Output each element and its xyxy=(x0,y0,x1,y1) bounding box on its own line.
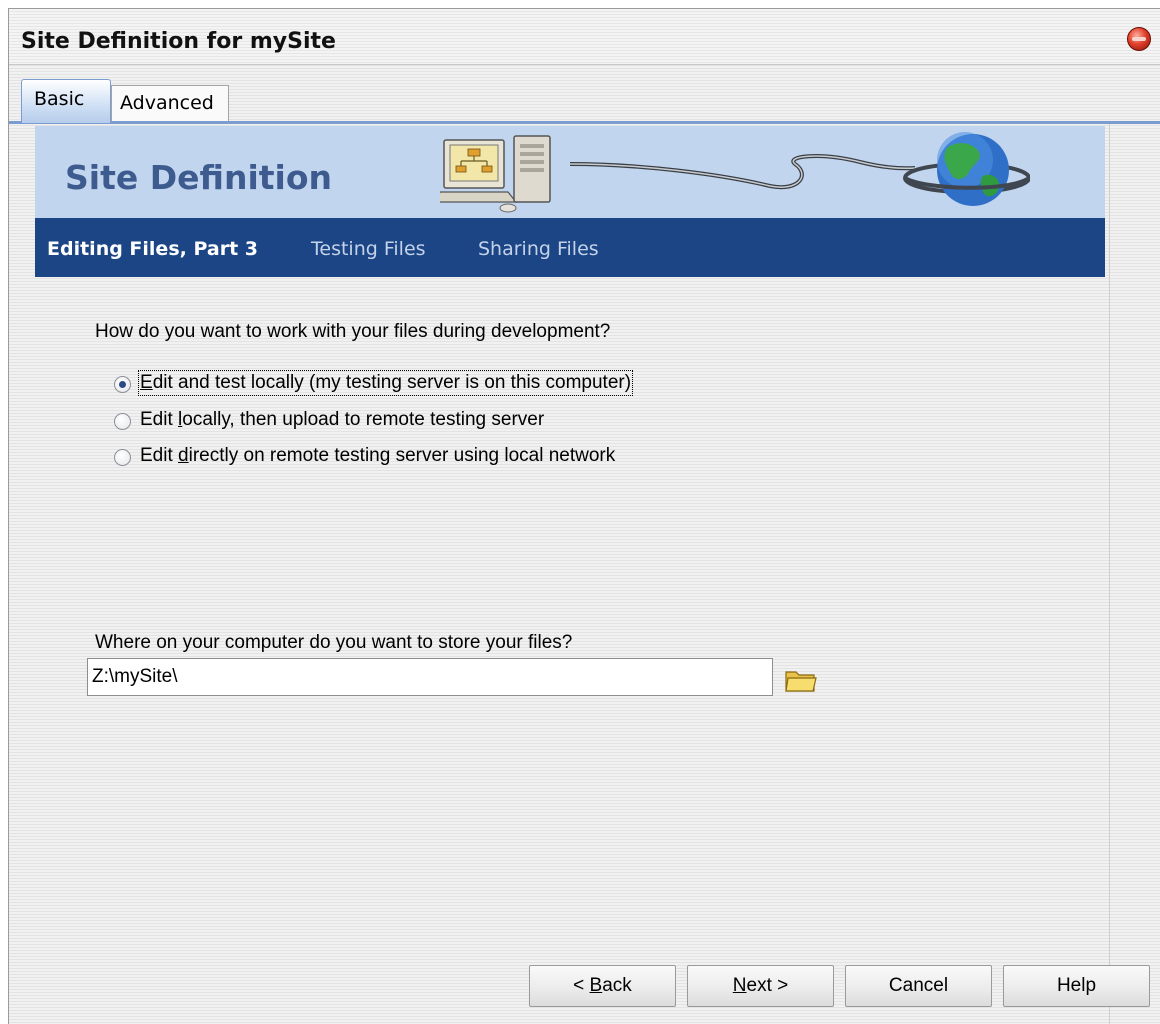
tab-basic-label: Basic xyxy=(34,88,85,110)
tab-advanced[interactable]: Advanced xyxy=(111,85,229,121)
option-label: Edit locally, then upload to remote test… xyxy=(140,409,545,430)
title-bar: Site Definition for mySite xyxy=(9,9,1160,65)
storage-question: Where on your computer do you want to st… xyxy=(95,632,573,653)
local-folder-input[interactable] xyxy=(87,658,773,696)
close-icon[interactable] xyxy=(1127,27,1151,51)
computer-icon xyxy=(440,135,551,213)
banner: Site Definition xyxy=(35,126,1105,218)
radio-button[interactable] xyxy=(114,449,131,466)
banner-title: Site Definition xyxy=(65,158,333,197)
option-label: Edit directly on remote testing server u… xyxy=(140,445,616,466)
window-title: Site Definition for mySite xyxy=(21,29,336,54)
development-question: How do you want to work with your files … xyxy=(95,321,611,342)
step-sharing-files: Sharing Files xyxy=(478,238,599,260)
globe-icon xyxy=(903,132,1030,206)
step-navigation: Editing Files, Part 3 Testing Files Shar… xyxy=(35,218,1105,277)
help-button[interactable]: Help xyxy=(1003,965,1150,1007)
site-definition-dialog: Site Definition for mySite Advanced Basi… xyxy=(8,8,1160,1024)
cable-icon xyxy=(570,154,915,190)
step-editing-files: Editing Files, Part 3 xyxy=(47,238,258,260)
option-label: Edit and test locally (my testing server… xyxy=(137,370,634,396)
tab-basic[interactable]: Basic xyxy=(21,79,111,123)
next-button[interactable]: Next > xyxy=(687,965,834,1007)
radio-button[interactable] xyxy=(114,413,131,430)
radio-button[interactable] xyxy=(114,376,131,393)
tab-advanced-label: Advanced xyxy=(120,92,214,114)
folder-icon[interactable] xyxy=(784,667,818,693)
cancel-button[interactable]: Cancel xyxy=(845,965,992,1007)
back-button[interactable]: < Back xyxy=(529,965,676,1007)
step-testing-files: Testing Files xyxy=(311,238,426,260)
